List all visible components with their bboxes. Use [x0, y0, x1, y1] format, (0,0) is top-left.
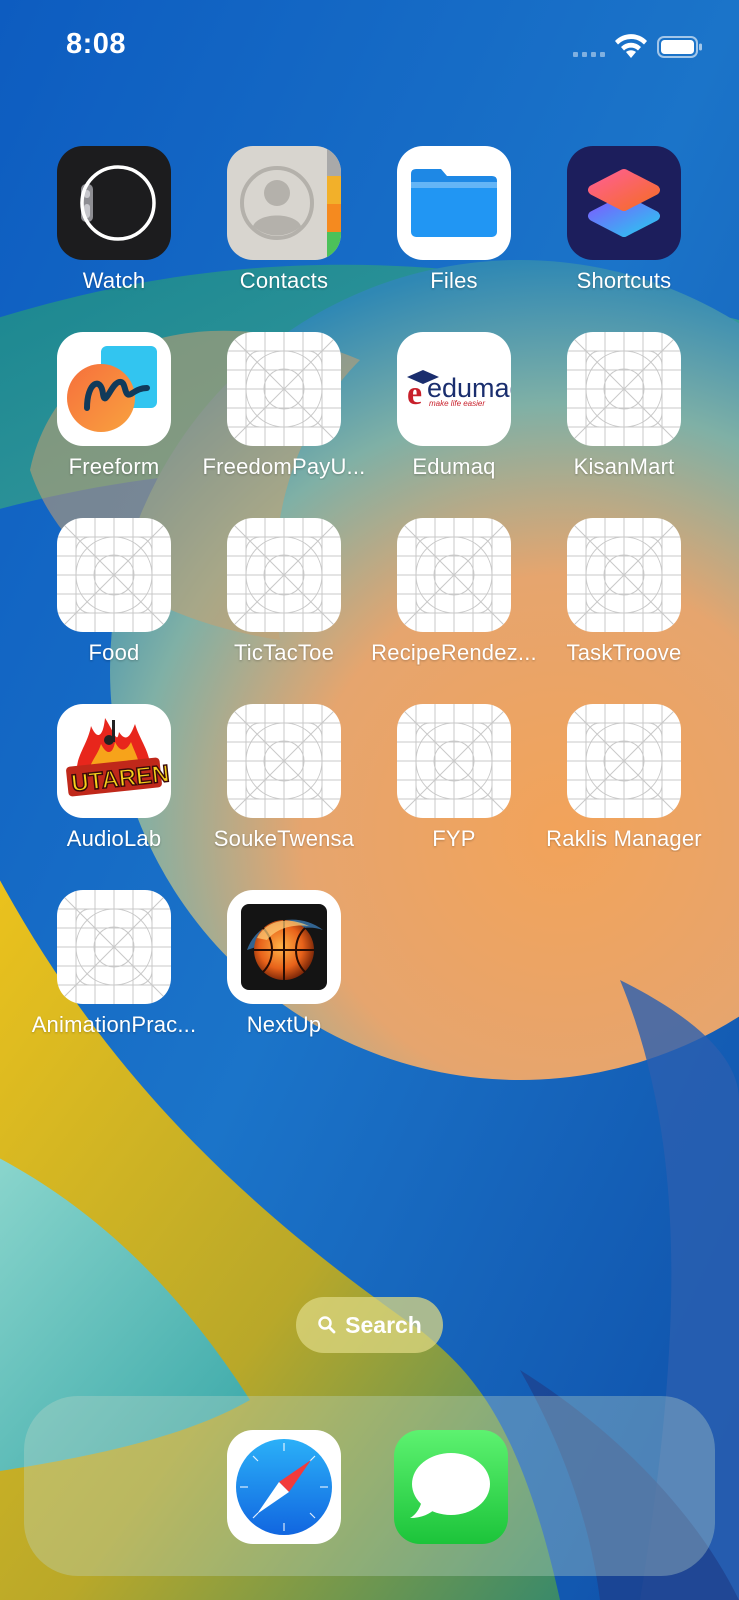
shortcuts-icon — [567, 146, 681, 260]
placeholder-grid-icon — [227, 704, 341, 818]
placeholder-grid-icon — [227, 518, 341, 632]
app-label: AudioLab — [66, 826, 162, 851]
app-kisanmart[interactable]: KisanMart — [539, 332, 709, 492]
app-label: AnimationPrac... — [31, 1012, 197, 1037]
app-fyp[interactable]: FYP — [369, 704, 539, 864]
svg-text:make life easier: make life easier — [429, 399, 485, 408]
app-audiolab[interactable]: UTAREN AudioLab — [29, 704, 199, 864]
search-label: Search — [345, 1311, 422, 1338]
placeholder-grid-icon — [397, 704, 511, 818]
messages-bubble-icon — [394, 1430, 508, 1544]
placeholder-grid-icon — [567, 332, 681, 446]
app-freedompay[interactable]: FreedomPayU... — [199, 332, 369, 492]
watch-icon — [57, 146, 171, 260]
placeholder-grid-icon — [57, 518, 171, 632]
contacts-icon — [227, 146, 341, 260]
app-food[interactable]: Food — [29, 518, 199, 678]
app-nextup[interactable]: NextUp — [199, 890, 369, 1050]
app-label: RecipeRendez... — [371, 640, 537, 665]
placeholder-grid-icon — [57, 890, 171, 1004]
app-shortcuts[interactable]: Shortcuts — [539, 146, 709, 306]
placeholder-grid-icon — [227, 332, 341, 446]
placeholder-grid-icon — [567, 518, 681, 632]
app-label: FYP — [432, 826, 476, 851]
edumaq-logo-icon: e edumaq make life easier — [397, 332, 511, 446]
app-label: FreedomPayU... — [202, 454, 366, 479]
app-tasktroove[interactable]: TaskTroove — [539, 518, 709, 678]
app-label: TicTacToe — [233, 640, 335, 665]
dock-safari[interactable] — [227, 1430, 341, 1544]
app-reciperendez[interactable]: RecipeRendez... — [369, 518, 539, 678]
app-label: Shortcuts — [576, 268, 672, 293]
app-label: KisanMart — [573, 454, 675, 479]
battery-icon — [657, 36, 702, 58]
svg-text:e: e — [407, 375, 422, 412]
app-watch[interactable]: Watch — [29, 146, 199, 306]
status-bar: 8:08 — [0, 0, 739, 95]
app-tictactoe[interactable]: TicTacToe — [199, 518, 369, 678]
files-folder-icon — [397, 146, 511, 260]
safari-compass-icon — [227, 1430, 341, 1544]
app-label: NextUp — [246, 1012, 322, 1037]
app-label: Files — [430, 268, 478, 293]
status-time: 8:08 — [66, 28, 127, 60]
utaren-logo-icon: UTAREN — [57, 704, 171, 818]
app-animationprac[interactable]: AnimationPrac... — [29, 890, 199, 1050]
app-contacts[interactable]: Contacts — [199, 146, 369, 306]
app-label: Raklis Manager — [546, 826, 702, 851]
cellular-signal-icon — [573, 52, 605, 57]
app-files[interactable]: Files — [369, 146, 539, 306]
app-raklis-manager[interactable]: Raklis Manager — [539, 704, 709, 864]
search-icon — [318, 1316, 336, 1334]
dock — [24, 1396, 715, 1576]
app-freeform[interactable]: Freeform — [29, 332, 199, 492]
app-label: TaskTroove — [566, 640, 682, 665]
app-label: Food — [88, 640, 140, 665]
app-edumaq[interactable]: e edumaq make life easier Edumaq — [369, 332, 539, 492]
basketball-icon — [227, 890, 341, 1004]
app-label: Watch — [82, 268, 146, 293]
placeholder-grid-icon — [397, 518, 511, 632]
search-button[interactable]: Search — [296, 1297, 443, 1353]
dock-messages[interactable] — [394, 1430, 508, 1544]
app-label: Edumaq — [412, 454, 496, 479]
app-label: Contacts — [239, 268, 329, 293]
placeholder-grid-icon — [567, 704, 681, 818]
app-souketwensa[interactable]: SoukeTwensa — [199, 704, 369, 864]
wifi-icon — [615, 34, 647, 58]
app-label: Freeform — [68, 454, 160, 479]
freeform-icon — [57, 332, 171, 446]
home-screen: 8:08 Watch Contacts Files Shortcuts Free… — [0, 0, 739, 1600]
app-label: SoukeTwensa — [213, 826, 355, 851]
